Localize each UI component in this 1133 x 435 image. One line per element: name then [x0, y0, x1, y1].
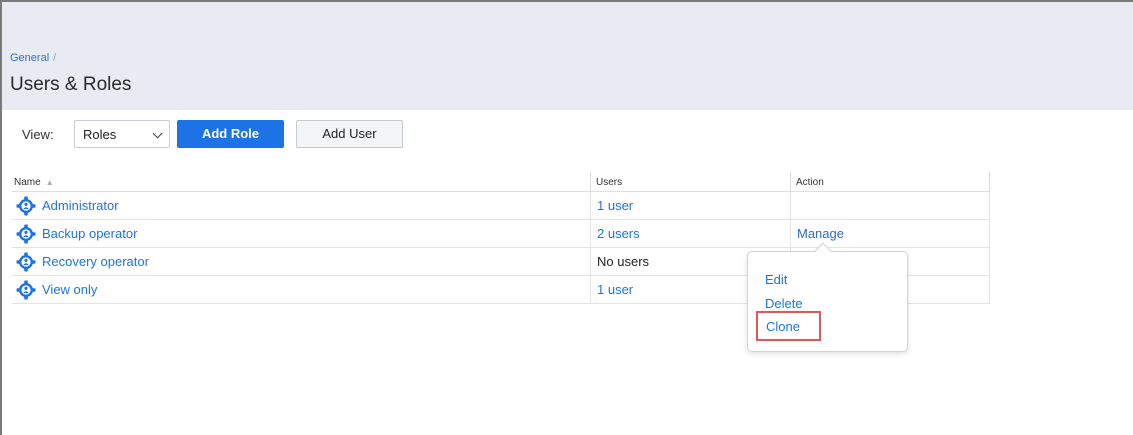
- role-name-label: Backup operator: [42, 226, 138, 241]
- add-role-button[interactable]: Add Role: [177, 120, 284, 148]
- column-header-users: Users: [596, 177, 623, 188]
- role-users-link[interactable]: 1 user: [597, 198, 633, 213]
- column-divider: [989, 192, 990, 220]
- role-gear-user-icon: [16, 224, 36, 244]
- table-header: Name ▲ Users Action: [12, 172, 990, 192]
- column-divider: [989, 220, 990, 248]
- sort-asc-icon: ▲: [45, 178, 54, 187]
- clone-menu-item[interactable]: Clone: [756, 311, 821, 341]
- delete-menu-item[interactable]: Delete: [765, 296, 803, 311]
- role-gear-user-icon: [16, 252, 36, 272]
- role-users-link[interactable]: 1 user: [597, 282, 633, 297]
- table-row: Backup operator 2 users Manage: [12, 220, 990, 248]
- column-divider: [989, 276, 990, 304]
- add-user-button[interactable]: Add User: [296, 120, 403, 148]
- column-divider: [590, 220, 591, 248]
- breadcrumb: General /: [10, 52, 56, 64]
- role-users-link[interactable]: 2 users: [597, 226, 640, 241]
- view-select-value: Roles: [83, 127, 117, 142]
- chevron-down-icon: [152, 128, 163, 139]
- role-users-text: No users: [597, 254, 650, 269]
- view-select[interactable]: Roles: [74, 120, 170, 148]
- column-divider: [590, 248, 591, 276]
- column-divider: [590, 192, 591, 220]
- role-gear-user-icon: [16, 196, 36, 216]
- column-divider: [989, 248, 990, 276]
- page-title: Users & Roles: [10, 74, 132, 95]
- manage-menu-popover: Edit Delete Clone: [747, 242, 908, 352]
- role-name-label: Recovery operator: [42, 254, 149, 269]
- manage-link[interactable]: Manage: [797, 226, 844, 241]
- view-label: View:: [22, 127, 54, 142]
- column-divider: [590, 172, 591, 192]
- column-divider: [790, 192, 791, 220]
- column-divider: [790, 220, 791, 248]
- column-header-action: Action: [796, 177, 824, 188]
- role-name-label: Administrator: [42, 198, 119, 213]
- table-row: Administrator 1 user: [12, 192, 990, 220]
- edit-menu-item[interactable]: Edit: [765, 272, 787, 287]
- breadcrumb-general-link[interactable]: General: [10, 52, 49, 64]
- app-frame: General / Users & Roles View: Roles Add R…: [0, 0, 1133, 435]
- role-name-label: View only: [42, 282, 98, 297]
- page-header: General / Users & Roles: [2, 2, 1133, 110]
- column-divider: [989, 172, 990, 192]
- column-divider: [790, 172, 791, 192]
- breadcrumb-separator: /: [53, 52, 57, 64]
- column-divider: [590, 276, 591, 304]
- toolbar: View: Roles Add Role Add User: [2, 120, 602, 150]
- column-header-name[interactable]: Name ▲: [14, 177, 54, 188]
- column-header-name-label: Name: [14, 177, 41, 188]
- role-gear-user-icon: [16, 280, 36, 300]
